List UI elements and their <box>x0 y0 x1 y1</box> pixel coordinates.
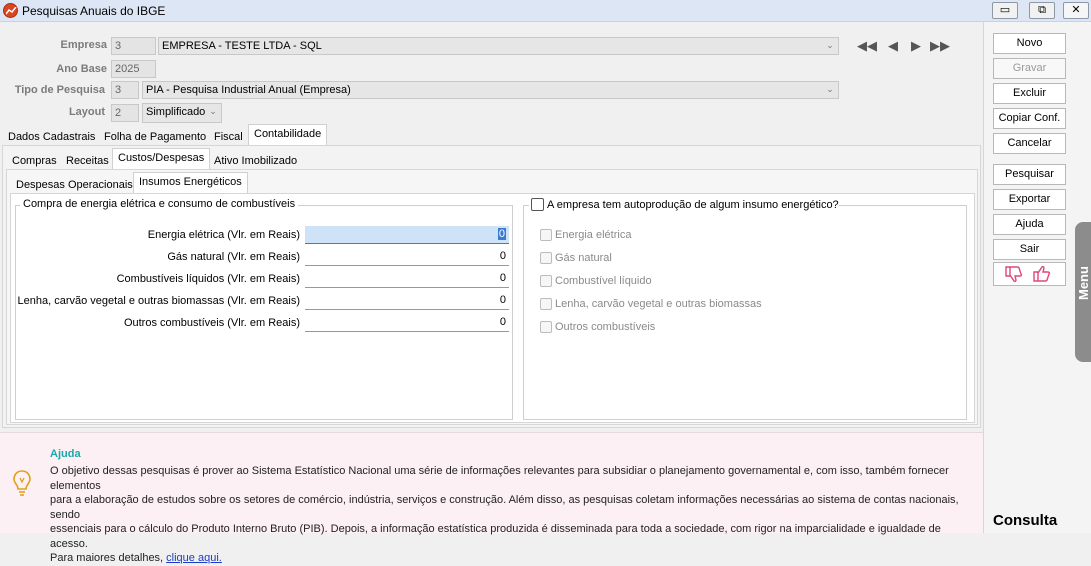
next-record-icon[interactable]: ▶ <box>906 38 926 54</box>
help-title: Ajuda <box>50 448 81 460</box>
combustivel-liquido-checkbox[interactable] <box>540 275 552 287</box>
help-details-link[interactable]: clique aqui. <box>166 552 222 564</box>
mode-status-label: Consulta <box>993 512 1058 529</box>
lenha-carvao-option-label: Lenha, carvão vegetal e outras biomassas <box>555 298 762 310</box>
thumbs-up-icon[interactable] <box>1032 265 1052 285</box>
outros-combustiveis-option-label: Outros combustíveis <box>555 321 656 333</box>
close-button[interactable]: ✕ <box>1063 2 1089 19</box>
gas-natural-option-label: Gás natural <box>555 252 612 264</box>
help-line: essenciais para o cálculo do Produto Int… <box>50 523 941 550</box>
help-text: O objetivo dessas pesquisas é prover ao … <box>50 464 980 566</box>
last-record-icon[interactable]: ▶▶ <box>930 38 950 54</box>
help-panel: Ajuda O objetivo dessas pesquisas é prov… <box>0 432 983 564</box>
layout-select[interactable]: Simplificado ⌄ <box>142 103 222 123</box>
gravar-button[interactable]: Gravar <box>993 58 1066 79</box>
tab-contabilidade[interactable]: Contabilidade <box>248 124 328 145</box>
novo-button[interactable]: Novo <box>993 33 1066 54</box>
exportar-button[interactable]: Exportar <box>993 189 1066 210</box>
layout-code-field[interactable]: 2 <box>111 104 139 122</box>
chevron-down-icon[interactable]: ⌄ <box>822 82 838 98</box>
gas-natural-checkbox[interactable] <box>540 252 552 264</box>
feedback-buttons <box>993 262 1066 286</box>
thumbs-down-icon[interactable] <box>1004 266 1024 286</box>
tipo-pesquisa-select[interactable]: PIA - Pesquisa Industrial Anual (Empresa… <box>142 81 839 99</box>
empresa-select-value: EMPRESA - TESTE LTDA - SQL <box>162 40 322 52</box>
first-record-icon[interactable]: ◀◀ <box>857 38 877 54</box>
tab-despesas-operacionais[interactable]: Despesas Operacionais <box>10 175 139 194</box>
tab-insumos-energeticos[interactable]: Insumos Energéticos <box>133 172 248 193</box>
compra-energia-group-title: Compra de energia elétrica e consumo de … <box>20 198 299 210</box>
sair-button[interactable]: Sair <box>993 239 1066 260</box>
help-line: para a elaboração de estudos sobre os se… <box>50 494 959 521</box>
combustivel-liquido-option-label: Combustível líquido <box>555 275 652 287</box>
menu-label: Menu <box>1076 266 1091 300</box>
tab-dados-cadastrais[interactable]: Dados Cadastrais <box>2 127 101 146</box>
tab-receitas[interactable]: Receitas <box>60 151 115 170</box>
tipo-pesquisa-label: Tipo de Pesquisa <box>14 84 105 96</box>
help-line: Para maiores detalhes, clique aqui. <box>50 551 980 566</box>
help-details-prefix: Para maiores detalhes, <box>50 552 167 564</box>
lenha-carvao-label: Lenha, carvão vegetal e outras biomassas… <box>17 295 300 307</box>
cancelar-button[interactable]: Cancelar <box>993 133 1066 154</box>
help-line: O objetivo dessas pesquisas é prover ao … <box>50 465 949 492</box>
restore-button[interactable]: ⧉ <box>1029 2 1055 19</box>
ano-base-field[interactable]: 2025 <box>111 60 156 78</box>
combustiveis-liquidos-label: Combustíveis líquidos (Vlr. em Reais) <box>116 273 300 285</box>
lenha-carvao-checkbox[interactable] <box>540 298 552 310</box>
previous-record-icon[interactable]: ◀ <box>883 38 903 54</box>
app-logo-icon <box>3 3 18 18</box>
energia-eletrica-input[interactable]: 0 <box>305 226 509 244</box>
empresa-label: Empresa <box>60 39 107 51</box>
autoproducao-label: A empresa tem autoprodução de algum insu… <box>547 199 839 211</box>
tab-ativo-imobilizado[interactable]: Ativo Imobilizado <box>208 151 303 170</box>
title-bar: Pesquisas Anuais do IBGE ▭ ⧉ ✕ <box>0 0 1091 22</box>
combustiveis-liquidos-input[interactable]: 0 <box>305 270 509 288</box>
outros-combustiveis-checkbox[interactable] <box>540 321 552 333</box>
tab-custos-despesas[interactable]: Custos/Despesas <box>112 148 211 169</box>
window-title: Pesquisas Anuais do IBGE <box>22 4 166 18</box>
excluir-button[interactable]: Excluir <box>993 83 1066 104</box>
ajuda-button[interactable]: Ajuda <box>993 214 1066 235</box>
chevron-down-icon[interactable]: ⌄ <box>205 104 221 120</box>
tipo-pesquisa-code-field[interactable]: 3 <box>111 81 139 99</box>
autoproducao-header: A empresa tem autoprodução de algum insu… <box>529 198 839 214</box>
empresa-code-field[interactable]: 3 <box>111 37 156 55</box>
tab-fiscal[interactable]: Fiscal <box>208 127 249 146</box>
energia-eletrica-option-label: Energia elétrica <box>555 229 632 241</box>
lightbulb-icon <box>12 469 32 502</box>
energia-eletrica-label: Energia elétrica (Vlr. em Reais) <box>147 229 300 241</box>
tab-compras[interactable]: Compras <box>6 151 63 170</box>
layout-label: Layout <box>68 106 105 118</box>
tab-folha-de-pagamento[interactable]: Folha de Pagamento <box>98 127 212 146</box>
copiar-conf-button[interactable]: Copiar Conf. <box>993 108 1066 129</box>
minimize-button[interactable]: ▭ <box>992 2 1018 19</box>
autoproducao-checkbox[interactable] <box>531 198 544 211</box>
empresa-select[interactable]: EMPRESA - TESTE LTDA - SQL ⌄ <box>158 37 839 55</box>
menu-drawer-tab[interactable]: Menu <box>1075 222 1091 362</box>
outros-combustiveis-input[interactable]: 0 <box>305 314 509 332</box>
chevron-down-icon[interactable]: ⌄ <box>822 38 838 54</box>
energia-eletrica-checkbox[interactable] <box>540 229 552 241</box>
gas-natural-label: Gás natural (Vlr. em Reais) <box>167 251 300 263</box>
pesquisar-button[interactable]: Pesquisar <box>993 164 1066 185</box>
energia-eletrica-value: 0 <box>497 228 506 240</box>
gas-natural-input[interactable]: 0 <box>305 248 509 266</box>
ano-base-label: Ano Base <box>56 63 107 75</box>
lenha-carvao-input[interactable]: 0 <box>305 292 509 310</box>
layout-select-value: Simplificado <box>146 106 206 118</box>
outros-combustiveis-label: Outros combustíveis (Vlr. em Reais) <box>123 317 300 329</box>
tipo-pesquisa-select-value: PIA - Pesquisa Industrial Anual (Empresa… <box>146 84 351 96</box>
